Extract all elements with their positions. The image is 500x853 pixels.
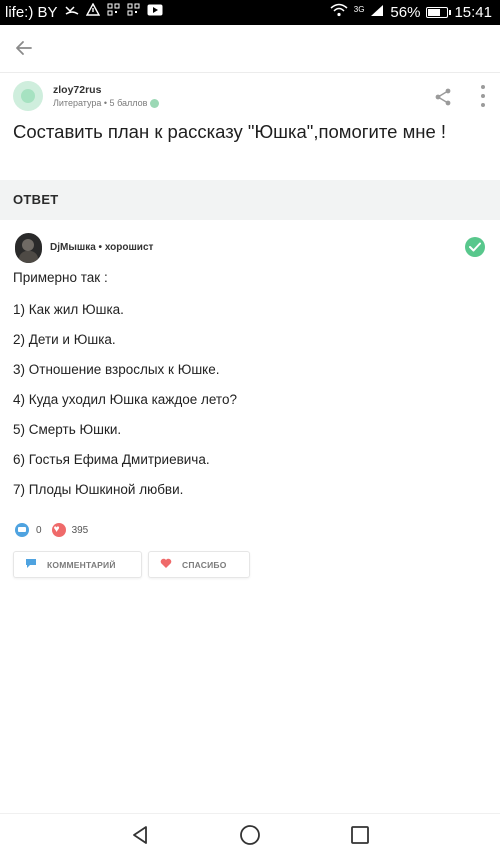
app-bar: [0, 25, 500, 73]
comments-count: 0: [36, 524, 42, 536]
answer-line: 4) Куда уходил Юшка каждое лето?: [13, 392, 237, 407]
thanks-count: 395: [71, 524, 89, 536]
wifi-icon: [330, 3, 348, 22]
question-subject-points: Литература • 5 баллов: [53, 98, 148, 108]
share-icon[interactable]: [433, 87, 453, 107]
comment-button-label: КОММЕНТАРИЙ: [47, 559, 116, 570]
carrier-label: life:) BY: [5, 3, 58, 21]
clock: 15:41: [454, 4, 492, 21]
video-play-icon: [147, 3, 163, 21]
heart-icon: [51, 523, 66, 537]
network-type-label: 3G: [353, 4, 365, 14]
avatar[interactable]: [13, 81, 43, 111]
question-author[interactable]: zloy72rus: [53, 84, 101, 96]
answer-line: 5) Смерть Юшки.: [13, 422, 122, 437]
signal-icon: [370, 4, 384, 22]
answer-line: 3) Отношение взрослых к Юшке.: [13, 362, 220, 377]
answer-section-header: ОТВЕТ: [0, 180, 500, 220]
back-arrow-icon[interactable]: [12, 36, 36, 60]
thanks-button-label: СПАСИБО: [182, 559, 227, 570]
missed-call-icon: [64, 3, 79, 21]
answer-line: 7) Плоды Юшкиной любви.: [13, 482, 184, 497]
qr-icon: [107, 3, 120, 21]
verified-check-icon: [465, 237, 485, 257]
nav-back-icon[interactable]: [129, 824, 151, 846]
answer-line: 1) Как жил Юшка.: [13, 302, 124, 317]
heart-icon: [160, 558, 172, 571]
avatar[interactable]: [15, 233, 42, 263]
question-text: Составить план к рассказу "Юшка",помогит…: [13, 121, 447, 142]
answer-line: 6) Гостья Ефима Дмитриевича.: [13, 452, 210, 467]
notification-warning-icon: [85, 2, 100, 21]
answer-line: 2) Дети и Юшка.: [13, 332, 116, 347]
nav-recents-icon[interactable]: [349, 824, 371, 846]
comment-icon: [15, 523, 29, 537]
comment-button[interactable]: КОММЕНТАРИЙ: [13, 551, 142, 578]
nav-home-icon[interactable]: [239, 824, 261, 846]
battery-percent: 56%: [390, 4, 421, 21]
status-bar: life:) BY 3G 56% 15:41: [0, 0, 500, 25]
qr-icon: [127, 3, 140, 21]
thanks-button[interactable]: СПАСИБО: [148, 551, 250, 578]
more-vert-icon[interactable]: [479, 85, 487, 107]
question-meta: Литература • 5 баллов: [53, 98, 160, 108]
question-header: zloy72rus Литература • 5 баллов: [0, 74, 500, 114]
system-nav-bar: [0, 813, 500, 853]
battery-icon: [426, 7, 452, 18]
battery-fill: [428, 9, 440, 16]
answer-line: Примерно так :: [13, 270, 108, 285]
answer-author[interactable]: DjМышка • хорошист: [50, 242, 153, 253]
answer-section-title: ОТВЕТ: [13, 192, 59, 207]
comment-icon: [25, 558, 37, 571]
verified-check-icon: [150, 98, 160, 108]
answer-stats: 0 395: [15, 523, 88, 537]
